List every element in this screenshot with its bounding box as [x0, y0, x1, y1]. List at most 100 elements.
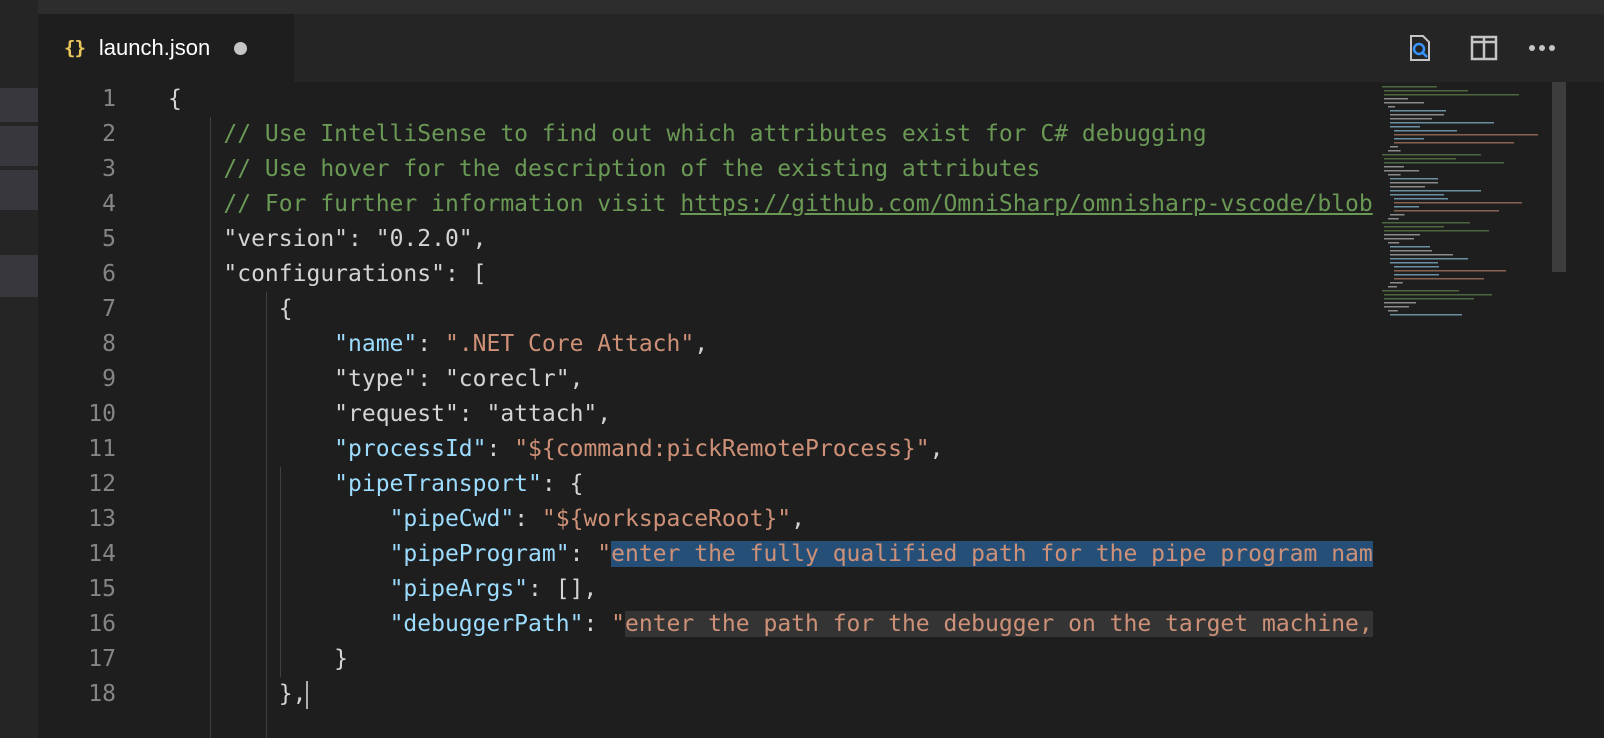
- code-token: "pipeCwd": [389, 506, 515, 532]
- minimap-line: [1394, 274, 1439, 276]
- code-text[interactable]: // Use hover for the description of the …: [168, 152, 1040, 187]
- code-token: "type": "coreclr",: [168, 366, 584, 392]
- code-text[interactable]: "type": "coreclr",: [168, 362, 583, 397]
- tab-launch-json[interactable]: {} launch.json: [38, 14, 294, 82]
- minimap-line: [1394, 134, 1538, 136]
- code-text[interactable]: {: [168, 82, 182, 117]
- minimap-line: [1390, 214, 1405, 216]
- minimap-line: [1384, 166, 1404, 168]
- code-line[interactable]: 5 "version": "0.2.0",: [38, 222, 1380, 257]
- code-editor[interactable]: 1{2 // Use IntelliSense to find out whic…: [38, 82, 1380, 738]
- line-number: 1: [102, 86, 116, 112]
- code-text[interactable]: }: [168, 642, 348, 677]
- minimap-line: [1384, 298, 1474, 300]
- minimap-line: [1388, 218, 1399, 220]
- minimap-line: [1384, 102, 1424, 104]
- code-line[interactable]: 4 // For further information visit https…: [38, 187, 1380, 222]
- code-line[interactable]: 2 // Use IntelliSense to find out which …: [38, 117, 1380, 152]
- minimap-line: [1384, 238, 1414, 240]
- minimap-line: [1390, 250, 1432, 252]
- code-text[interactable]: "configurations": [: [168, 257, 486, 292]
- minimap-line: [1390, 118, 1432, 120]
- line-number: 10: [88, 401, 116, 427]
- minimap-line: [1390, 246, 1430, 248]
- code-text[interactable]: "request": "attach",: [168, 397, 611, 432]
- code-token: : [],: [528, 576, 598, 602]
- code-text[interactable]: "pipeCwd": "${workspaceRoot}",: [168, 502, 805, 537]
- line-number: 18: [88, 681, 116, 707]
- code-token: "pipeTransport": [334, 471, 542, 497]
- code-line[interactable]: 15 "pipeArgs": [],: [38, 572, 1380, 607]
- code-text[interactable]: "pipeTransport": {: [168, 467, 583, 502]
- minimap-line: [1394, 202, 1522, 204]
- line-number: 13: [88, 506, 116, 532]
- code-text[interactable]: // For further information visit https:/…: [168, 187, 1373, 222]
- code-token: "pipeArgs": [389, 576, 529, 602]
- open-changes-button[interactable]: [1400, 28, 1440, 68]
- code-line[interactable]: 7 {: [38, 292, 1380, 327]
- split-editor-icon: [1470, 35, 1498, 61]
- code-line[interactable]: 12 "pipeTransport": {: [38, 467, 1380, 502]
- split-editor-button[interactable]: [1464, 28, 1504, 68]
- code-line[interactable]: 9 "type": "coreclr",: [38, 362, 1380, 397]
- minimap-line: [1388, 286, 1397, 288]
- tab-title: launch.json: [98, 35, 211, 60]
- code-line[interactable]: 1{: [38, 82, 1380, 117]
- code-token: :: [569, 541, 598, 567]
- minimap-line: [1390, 122, 1494, 124]
- minimap-line: [1384, 230, 1489, 232]
- code-token: ,: [929, 436, 944, 462]
- code-text[interactable]: // Use IntelliSense to find out which at…: [168, 117, 1206, 152]
- code-token: "request": "attach",: [168, 401, 612, 427]
- scrollbar-thumb[interactable]: [1552, 82, 1566, 272]
- minimap-line: [1384, 302, 1416, 304]
- minimap-line: [1394, 138, 1424, 140]
- code-text[interactable]: "pipeProgram": "enter the fully qualifie…: [168, 537, 1373, 572]
- code-line[interactable]: 16 "debuggerPath": "enter the path for t…: [38, 607, 1380, 642]
- minimap-line: [1390, 194, 1444, 196]
- unsaved-dot-icon[interactable]: [234, 41, 248, 55]
- code-token: "0.2.0": [375, 226, 473, 252]
- code-line[interactable]: 8 "name": ".NET Core Attach",: [38, 327, 1380, 362]
- more-actions-button[interactable]: [1522, 28, 1562, 68]
- code-text[interactable]: "version": "0.2.0",: [168, 222, 486, 257]
- code-text[interactable]: {: [168, 292, 293, 327]
- minimap-line: [1388, 310, 1398, 312]
- code-token: {: [168, 296, 293, 322]
- json-file-icon: {}: [64, 37, 86, 59]
- minimap-line: [1394, 130, 1457, 132]
- minimap-line: [1390, 314, 1462, 316]
- code-line[interactable]: 11 "processId": "${command:pickRemotePro…: [38, 432, 1380, 467]
- code-text[interactable]: },: [168, 677, 309, 712]
- code-token: ,: [791, 506, 805, 532]
- editor-actions: [1400, 14, 1562, 82]
- code-token: "name": [334, 331, 418, 357]
- code-line[interactable]: 6 "configurations": [: [38, 257, 1380, 292]
- code-token: ".NET Core Attach": [444, 331, 695, 357]
- code-text[interactable]: "pipeArgs": [],: [168, 572, 598, 607]
- minimap[interactable]: [1380, 82, 1550, 738]
- code-text[interactable]: "debuggerPath": "enter the path for the …: [168, 607, 1373, 642]
- code-token: https://github.com/OmniSharp/omnisharp-v…: [680, 191, 1373, 217]
- code-token: }: [168, 646, 349, 672]
- minimap-line: [1394, 270, 1506, 272]
- code-line[interactable]: 10 "request": "attach",: [38, 397, 1380, 432]
- code-line[interactable]: 18 },: [38, 677, 1380, 712]
- code-text[interactable]: "name": ".NET Core Attach",: [168, 327, 708, 362]
- minimap-line: [1382, 86, 1437, 88]
- code-line[interactable]: 14 "pipeProgram": "enter the fully quali…: [38, 537, 1380, 572]
- line-number: 8: [102, 331, 116, 357]
- code-token: "debuggerPath": [389, 611, 584, 637]
- code-line[interactable]: 13 "pipeCwd": "${workspaceRoot}",: [38, 502, 1380, 537]
- code-line[interactable]: 3 // Use hover for the description of th…: [38, 152, 1380, 187]
- minimap-line: [1390, 190, 1481, 192]
- code-line[interactable]: 17 }: [38, 642, 1380, 677]
- code-token: enter the fully qualified path for the p…: [611, 541, 1373, 567]
- line-number: 16: [88, 611, 116, 637]
- code-token: },: [168, 681, 307, 707]
- line-number: 9: [102, 366, 116, 392]
- minimap-line: [1390, 110, 1446, 112]
- code-text[interactable]: "processId": "${command:pickRemoteProces…: [168, 432, 943, 467]
